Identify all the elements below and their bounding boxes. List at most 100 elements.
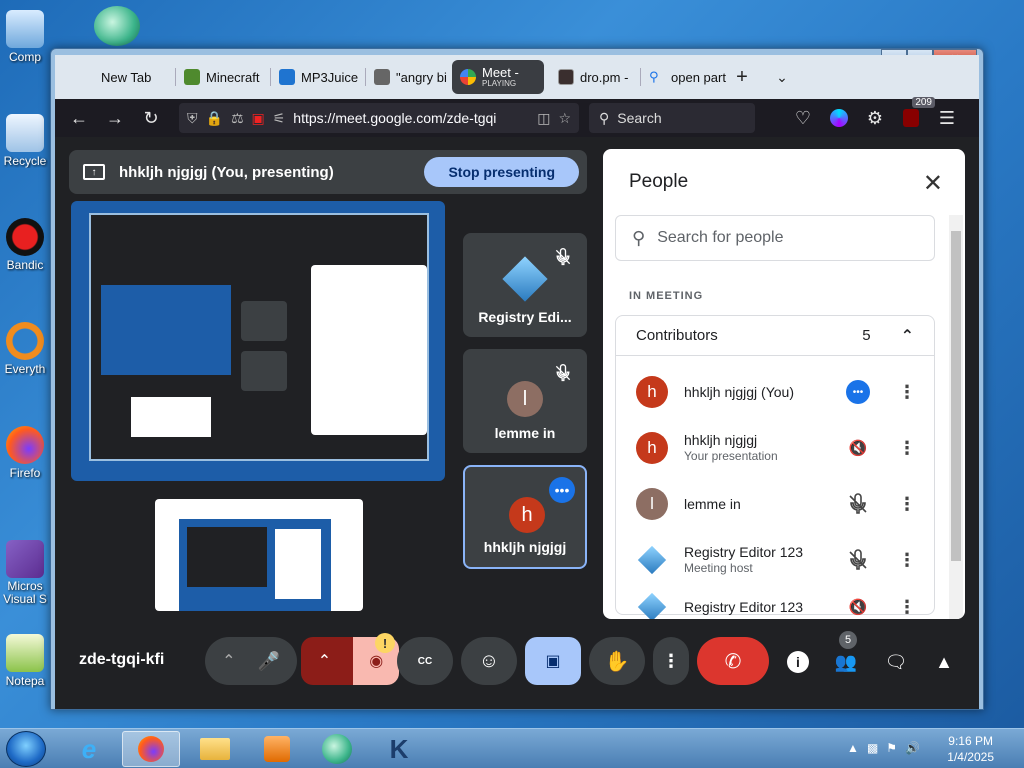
emoji-reactions-button[interactable]: ☺ (461, 637, 517, 685)
desktop-icon-bandicam[interactable]: Bandic (2, 218, 48, 272)
scrollbar-thumb[interactable] (951, 231, 961, 561)
action-center-flag-icon[interactable]: ⚑ (886, 741, 897, 755)
tab-new-tab[interactable]: New Tab (55, 59, 175, 95)
more-options-icon[interactable]: ⋮ (898, 438, 916, 459)
tab-angry-birds[interactable]: "angry bi (366, 59, 450, 95)
more-options-icon[interactable]: ⋮ (898, 550, 916, 571)
participant-tile-self[interactable]: ••• h hhkljh njgjgj (463, 465, 587, 569)
pocket-icon[interactable]: ♡ (787, 103, 819, 133)
meeting-details-icon[interactable]: i (787, 651, 809, 673)
chevron-up-icon[interactable]: ⌃ (318, 651, 331, 671)
taskbar-firefox[interactable] (122, 731, 180, 767)
account-icon[interactable] (823, 103, 855, 133)
clock-date: 1/4/2025 (947, 750, 994, 764)
list-item[interactable]: Registry Editor 123 Meeting host ⋮ (636, 540, 926, 580)
k-app-icon: K (389, 733, 409, 764)
desktop-icon-visual-studio[interactable]: Micros Visual S (2, 540, 48, 606)
folder-icon (200, 738, 230, 760)
ublock-icon[interactable]: 209 (895, 97, 935, 133)
tab-open-part[interactable]: ⚲ open part (641, 59, 727, 95)
tab-dro-pm[interactable]: dro.pm - (550, 59, 640, 95)
network-icon[interactable]: ▩ (867, 741, 878, 755)
people-panel-title: People (629, 171, 689, 192)
tab-label: Meet - (482, 65, 519, 80)
list-item[interactable]: h hhkljh njgjgj (You) ••• ⋮ (636, 372, 926, 412)
forward-button[interactable]: → (99, 103, 131, 133)
tab-minecraft[interactable]: Minecraft (176, 59, 270, 95)
reader-view-icon[interactable]: ◫ (537, 110, 550, 127)
taskbar-file-explorer[interactable] (186, 731, 244, 767)
leave-call-button[interactable]: ✆ (697, 637, 769, 685)
search-bar[interactable]: ⚲ Search (589, 103, 755, 133)
desktop-icon-firefox[interactable]: Firefo (2, 426, 48, 480)
volume-icon[interactable]: 🔊 (905, 741, 920, 755)
back-button[interactable]: ← (63, 103, 95, 133)
extensions-icon[interactable]: ⚙ (859, 103, 891, 133)
captions-button[interactable]: CC (397, 637, 453, 685)
participant-name: Registry Edi... (478, 309, 572, 325)
people-icon[interactable]: 👥 5 (833, 631, 859, 675)
bookmark-star-icon[interactable]: ☆ (558, 110, 571, 127)
screen-share-indicator-icon[interactable]: ▣ (252, 110, 265, 127)
tab-label: dro.pm - (580, 69, 629, 85)
start-button[interactable] (6, 731, 46, 767)
download-icon (279, 69, 295, 85)
list-item[interactable]: l lemme in ⋮ (636, 484, 926, 524)
list-item[interactable]: h hhkljh njgjgj Your presentation 🔇 ⋮ (636, 428, 926, 468)
desktop-icon-everything[interactable]: Everyth (2, 322, 48, 376)
participant-tile-lemme-in[interactable]: l lemme in (463, 349, 587, 453)
close-panel-button[interactable]: ✕ (923, 169, 943, 198)
menu-icon[interactable]: ☰ (931, 103, 963, 133)
taskbar-media-player[interactable] (248, 731, 306, 767)
more-options-icon[interactable]: ⋮ (898, 597, 916, 618)
contributors-header[interactable]: Contributors 5 ⌃ (616, 316, 934, 356)
desktop-icon-label: Notepa (5, 674, 45, 688)
reload-button[interactable]: ↻ (135, 103, 167, 133)
mic-icon[interactable]: 🎤 (257, 651, 279, 672)
list-item[interactable]: Registry Editor 123 🔇 ⋮ (636, 592, 926, 619)
taskbar-app[interactable] (308, 731, 366, 767)
more-options-icon[interactable]: ⋮ (898, 382, 916, 403)
tab-mp3juice[interactable]: MP3Juice (271, 59, 365, 95)
tab-meet[interactable]: Meet - PLAYING (452, 60, 544, 94)
participant-tile-registry-editor[interactable]: Registry Edi... (463, 233, 587, 337)
tab-label: open part (671, 69, 726, 85)
avatar: l (507, 381, 543, 417)
stop-presenting-button[interactable]: Stop presenting (424, 157, 579, 187)
person-info: hhkljh njgjgj Your presentation (684, 432, 778, 464)
raise-hand-button[interactable]: ✋ (589, 637, 645, 685)
browser-window: ▁ ▭ ✕ New Tab Minecraft MP3Juice "angry … (50, 48, 984, 710)
chat-icon[interactable]: 🗨 (883, 649, 909, 675)
taskbar: e K ▲ ▩ ⚑ 🔊 9:16 PM 1/4/2025 (0, 728, 1024, 768)
chevron-up-icon[interactable]: ⌃ (901, 326, 914, 346)
speaking-indicator-icon: ••• (846, 380, 870, 404)
desktop-icon-notepad[interactable]: Notepa (2, 634, 48, 688)
camera-settings-button[interactable]: ⌃ ◉ ! (301, 633, 400, 685)
taskbar-k-app[interactable]: K (370, 731, 428, 767)
shield-icon[interactable]: ⛨ (187, 110, 198, 127)
list-all-tabs-button[interactable]: ⌄ (767, 69, 797, 86)
mic-blocked-icon[interactable]: ⚟ (273, 110, 286, 127)
desktop-icon-computer[interactable]: Comp (2, 10, 48, 64)
search-people-input[interactable]: ⚲ Search for people (615, 215, 935, 261)
show-hidden-icons-icon[interactable]: ▲ (847, 741, 859, 755)
new-tab-button[interactable]: + (727, 66, 757, 89)
tab-label: "angry bi (396, 69, 447, 85)
more-options-button[interactable]: ⋮ (653, 637, 689, 685)
more-options-icon[interactable]: ⋮ (898, 494, 916, 515)
present-screen-button[interactable]: ▣ (525, 637, 581, 685)
taskbar-internet-explorer[interactable]: e (60, 731, 118, 767)
taskbar-clock[interactable]: 9:16 PM 1/4/2025 (947, 733, 994, 765)
navigation-bar: ← → ↻ ⛨ 🔒 ⚖ ▣ ⚟ https://meet.google.com/… (55, 97, 979, 137)
url-bar[interactable]: ⛨ 🔒 ⚖ ▣ ⚟ https://meet.google.com/zde-tg… (179, 103, 579, 133)
app-icon-desktop-top[interactable] (94, 6, 140, 46)
chevron-up-icon[interactable]: ⌃ (222, 651, 235, 671)
scrollbar[interactable] (949, 215, 963, 619)
permissions-icon[interactable]: ⚖ (231, 110, 244, 127)
desktop-icon-recycle-bin[interactable]: Recycle (2, 114, 48, 168)
everything-search-icon (6, 322, 44, 360)
activities-icon[interactable]: ▲ (931, 649, 957, 675)
audio-settings-button[interactable]: ⌃ 🎤 (205, 637, 297, 685)
notepad-icon (6, 634, 44, 672)
lock-icon[interactable]: 🔒 (206, 110, 223, 127)
